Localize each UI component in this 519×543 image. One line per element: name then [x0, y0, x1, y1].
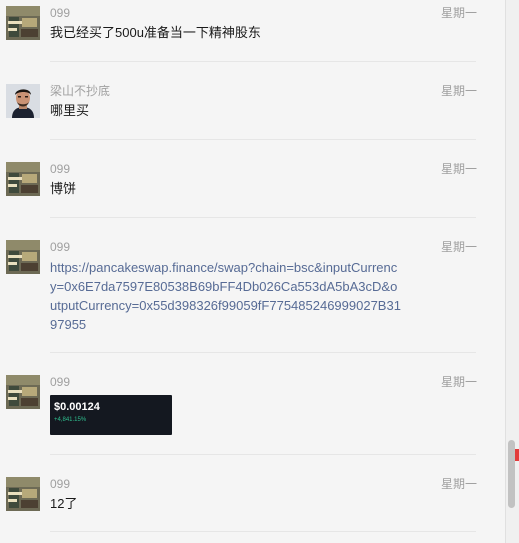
thumbnail-avatar[interactable]	[6, 477, 40, 511]
message-time: 星期一	[440, 6, 477, 20]
thumbnail-avatar[interactable]	[6, 240, 40, 274]
message-divider	[50, 531, 476, 532]
message-text: 哪里买	[50, 103, 90, 118]
message-time: 星期一	[440, 375, 477, 389]
scrollbar-thumb[interactable]	[508, 440, 515, 508]
message-link[interactable]: https://pancakeswap.finance/swap?chain=b…	[50, 258, 402, 334]
thumbnail-avatar[interactable]	[6, 6, 40, 40]
notification-edge-marker	[515, 449, 519, 461]
sender-name[interactable]: 099	[50, 240, 70, 254]
sender-name[interactable]: 099	[50, 477, 70, 491]
sender-name[interactable]: 099	[50, 6, 70, 20]
message-divider	[50, 217, 476, 218]
message-text: 我已经买了500u准备当一下精神股东	[50, 25, 261, 40]
message-divider	[50, 454, 476, 455]
chat-message-list[interactable]: 099 星期一 我已经买了500u准备当一下精神股东 梁山不抄底 星期一 哪里买	[0, 0, 505, 543]
message-divider	[50, 139, 476, 140]
price-text: $0.00124	[54, 401, 100, 413]
message-divider	[50, 61, 476, 62]
sender-name[interactable]: 099	[50, 375, 70, 389]
message-time: 星期一	[440, 84, 477, 98]
thumbnail-avatar[interactable]	[6, 162, 40, 196]
price-change-text: +4,841.15%	[54, 417, 87, 423]
message-time: 星期一	[440, 477, 477, 491]
image-attachment[interactable]: $0.00124 +4,841.15%	[50, 395, 172, 435]
sender-name[interactable]: 梁山不抄底	[50, 84, 110, 98]
message-text: 博饼	[50, 181, 77, 196]
sender-name[interactable]: 099	[50, 162, 70, 176]
message-time: 星期一	[440, 162, 477, 176]
message-time: 星期一	[440, 240, 477, 254]
message-divider	[50, 352, 476, 353]
message-text: 12了	[50, 496, 78, 511]
portrait-avatar[interactable]	[6, 84, 40, 118]
thumbnail-avatar[interactable]	[6, 375, 40, 409]
